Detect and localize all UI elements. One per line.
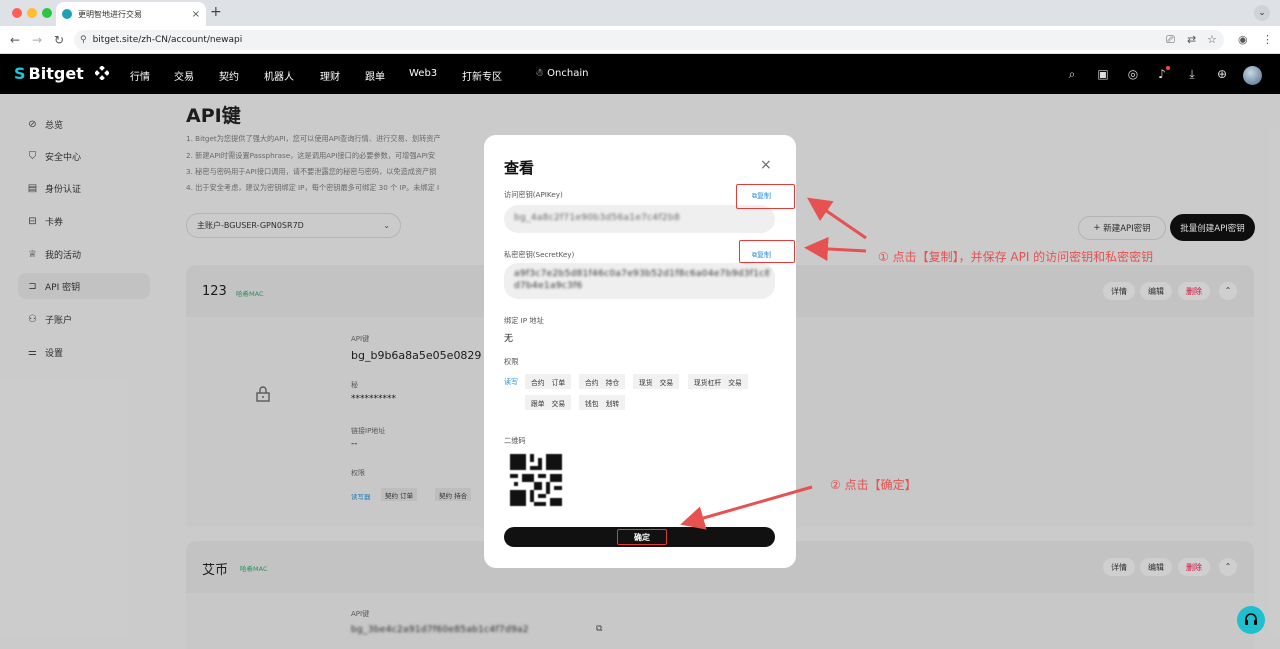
perm-product: 钱包 (585, 399, 599, 408)
apps-grid-icon[interactable] (95, 66, 109, 80)
bookmark-star-icon[interactable]: ☆ (1207, 33, 1217, 46)
download-icon[interactable]: ⤓ (1185, 67, 1199, 81)
permission-chip: 合约 持仓 (579, 374, 626, 389)
confirm-button-label[interactable]: 确定 (617, 529, 667, 545)
annotation-step-1: ① 点击【复制】，并保存 API 的访问密钥和私密密钥 (878, 250, 1154, 264)
bind-ip-label: 绑定 IP 地址 (504, 316, 544, 325)
search-icon[interactable]: ⌕ (1065, 67, 1079, 81)
permission-read-write: 读写 (504, 378, 518, 386)
permission-chip: 现货 交易 (633, 374, 680, 389)
wallet-icon[interactable]: ▣ (1096, 67, 1110, 81)
logo-text: Bitget (28, 64, 84, 83)
nav-onchain[interactable]: ☃ Onchain (535, 68, 588, 79)
perm-product: 合约 (531, 378, 545, 387)
copy-secret-key-highlight (739, 240, 795, 263)
maximize-window-button[interactable] (42, 8, 52, 18)
annotation-step-2: ② 点击【确定】 (830, 478, 917, 492)
url-text: bitget.site/zh-CN/account/newapi (92, 35, 243, 45)
support-chat-button[interactable] (1237, 606, 1265, 634)
language-globe-icon[interactable]: ⊕ (1215, 67, 1229, 81)
url-field[interactable]: ⚲ bitget.site/zh-CN/account/newapi (74, 30, 1224, 50)
secret-key-field[interactable]: a9f3c7e2b5d81f46c0a7e93b52d1f8c6a04e7b9d… (504, 263, 775, 299)
nav-bots[interactable]: 机器人 (264, 68, 294, 83)
notification-dot (1166, 66, 1170, 70)
nav-onchain-label: Onchain (547, 68, 589, 79)
forward-arrow-icon[interactable]: → (32, 33, 42, 47)
perm-action: 交易 (551, 399, 566, 408)
permission-chip: 合约 订单 (525, 374, 572, 389)
reload-icon[interactable]: ↻ (54, 33, 64, 47)
access-key-label: 访问密钥(APIKey) (504, 190, 563, 199)
cast-icon[interactable]: ⎚ (1166, 33, 1175, 47)
secret-key-value: a9f3c7e2b5d81f46c0a7e93b52d1f8c6a04e7b9d… (514, 269, 769, 279)
menu-kebab-icon[interactable]: ⋮ (1262, 33, 1273, 46)
nav-trade[interactable]: 交易 (174, 68, 194, 83)
permission-label: 权限 (504, 357, 519, 366)
minimize-window-button[interactable] (27, 8, 37, 18)
bind-ip-value: 无 (504, 334, 514, 344)
nav-web3[interactable]: Web3 (409, 68, 437, 79)
secret-key-value-line2: d7b4e1a9c3f6 (514, 281, 583, 291)
close-icon[interactable]: × (760, 157, 772, 173)
bitget-favicon-icon (62, 9, 72, 19)
site-header: S Bitget 行情 交易 契约 机器人 理财 跟单 Web3 打新专区 ☃ … (0, 54, 1280, 94)
new-tab-button[interactable]: + (210, 4, 222, 20)
bitget-logo-icon: S (14, 64, 26, 83)
perm-product: 合约 (585, 378, 599, 387)
copy-access-key-highlight (736, 184, 795, 209)
permission-chip: 跟单 交易 (525, 395, 572, 410)
permission-chip: 现货杠杆 交易 (688, 374, 748, 389)
orders-icon[interactable]: ◎ (1126, 67, 1140, 81)
perm-action: 交易 (659, 378, 674, 387)
perm-product: 跟单 (531, 399, 545, 408)
perm-product: 现货杠杆 (694, 378, 722, 387)
close-window-button[interactable] (12, 8, 22, 18)
access-key-value: bg_4a8c2f71e90b3d56a1e7c4f2b8 (514, 213, 680, 223)
back-arrow-icon[interactable]: ← (10, 33, 20, 47)
qr-code-image (510, 454, 562, 506)
perm-action: 持仓 (605, 378, 620, 387)
perm-action: 交易 (728, 378, 742, 387)
profile-icon[interactable]: ◉ (1238, 33, 1248, 46)
browser-tab[interactable]: 更明智地进行交易 × (56, 2, 206, 26)
perm-action: 订单 (551, 378, 566, 387)
nav-earn[interactable]: 理财 (320, 68, 340, 83)
qr-code-label: 二维码 (504, 436, 526, 445)
tab-search-button[interactable]: ⌄ (1254, 5, 1270, 21)
onchain-icon: ☃ (535, 68, 548, 79)
bitget-logo[interactable]: S Bitget (14, 64, 84, 83)
nav-launchpad[interactable]: 打新专区 (462, 68, 502, 83)
secret-key-label: 私密密钥(SecretKey) (504, 250, 575, 259)
access-key-field[interactable]: bg_4a8c2f71e90b3d56a1e7c4f2b8 (504, 205, 775, 233)
perm-action: 划转 (605, 399, 620, 408)
tab-title: 更明智地进行交易 (78, 9, 142, 19)
nav-contract[interactable]: 契约 (219, 68, 239, 83)
address-bar: ← → ↻ ⚲ bitget.site/zh-CN/account/newapi… (0, 26, 1280, 54)
browser-tab-bar: 更明智地进行交易 × + ⌄ (0, 0, 1280, 26)
perm-product: 现货 (639, 378, 653, 387)
modal-title: 查看 (504, 159, 535, 177)
nav-market[interactable]: 行情 (130, 68, 150, 83)
headset-icon (1245, 613, 1257, 625)
permission-chip: 钱包 划转 (579, 395, 626, 410)
nav-copy-trading[interactable]: 跟单 (365, 68, 385, 83)
user-avatar[interactable] (1243, 66, 1262, 85)
tab-close-icon[interactable]: × (192, 9, 200, 20)
translate-icon[interactable]: ⇄ (1187, 33, 1196, 46)
site-settings-icon[interactable]: ⚲ (80, 35, 87, 45)
